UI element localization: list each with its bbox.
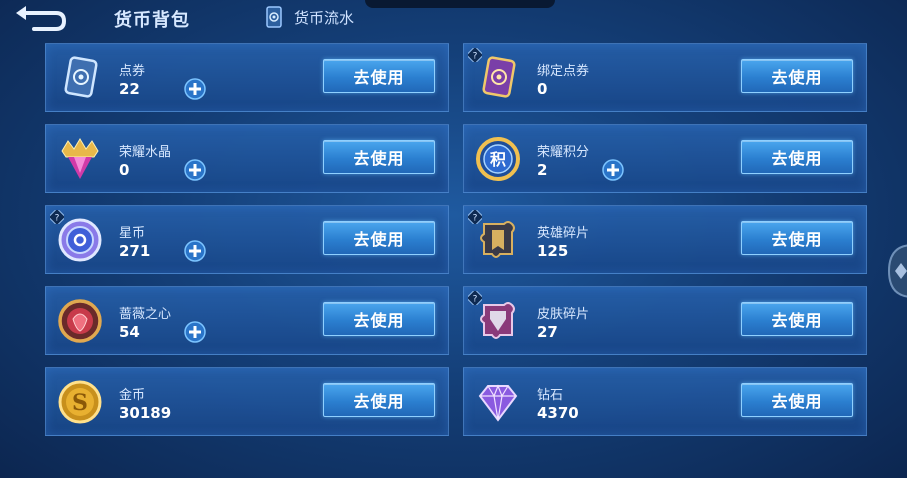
plus-icon[interactable]: [184, 159, 206, 181]
currency-name: 钻石: [537, 388, 564, 403]
currency-grid: 点券 22 去使用 ? 绑定点券 0 去使用 荣耀水晶 0 去使用 积 荣耀积分…: [45, 43, 867, 437]
currency-card-glory-crystal: 荣耀水晶 0 去使用: [45, 124, 449, 193]
tab-currency-flow[interactable]: 货币流水: [262, 4, 354, 30]
bound-ticket-card-icon: [482, 56, 516, 98]
use-button-star-coin[interactable]: 去使用: [323, 221, 435, 255]
glory-points-icon: 积: [476, 137, 520, 181]
back-arrow-icon[interactable]: [12, 4, 66, 34]
use-button-bound-ticket[interactable]: 去使用: [741, 59, 853, 93]
use-button-ticket[interactable]: 去使用: [323, 59, 435, 93]
gold-coin-icon: S: [58, 380, 102, 424]
plus-icon[interactable]: [184, 240, 206, 262]
plus-icon[interactable]: [184, 78, 206, 100]
currency-card-gold-coin: S 金币 30189 去使用: [45, 367, 449, 436]
currency-amount: 2: [537, 161, 548, 179]
currency-card-rose-heart: 蔷薇之心 54 去使用: [45, 286, 449, 355]
currency-name: 蔷薇之心: [119, 307, 172, 322]
currency-name: 绑定点券: [537, 64, 590, 79]
currency-amount: 125: [537, 242, 569, 260]
currency-name: 点券: [119, 64, 146, 79]
currency-card-skin-fragment: ? 皮肤碎片 27 去使用: [463, 286, 867, 355]
use-button-skin-fragment[interactable]: 去使用: [741, 302, 853, 336]
use-button-diamond[interactable]: 去使用: [741, 383, 853, 417]
currency-amount: 54: [119, 323, 140, 341]
currency-card-star-coin: ? 星币 271 去使用: [45, 205, 449, 274]
diamond-icon: [478, 384, 518, 422]
use-button-glory-points[interactable]: 去使用: [741, 140, 853, 174]
currency-name: 星币: [119, 226, 146, 241]
plus-icon[interactable]: [602, 159, 624, 181]
use-button-gold-coin[interactable]: 去使用: [323, 383, 435, 417]
use-button-rose-heart[interactable]: 去使用: [323, 302, 435, 336]
currency-name: 皮肤碎片: [537, 307, 590, 322]
side-panel-handle[interactable]: [885, 243, 907, 299]
currency-amount: 27: [537, 323, 558, 341]
rose-heart-icon: [58, 299, 102, 343]
use-button-glory-crystal[interactable]: 去使用: [323, 140, 435, 174]
plus-icon[interactable]: [184, 321, 206, 343]
svg-text:S: S: [72, 390, 88, 416]
currency-name: 荣耀积分: [537, 145, 590, 160]
currency-amount: 0: [119, 161, 130, 179]
top-bar: 货币背包 货币流水: [0, 0, 907, 40]
currency-name: 金币: [119, 388, 146, 403]
flow-card-icon: [266, 6, 282, 28]
hero-fragment-icon: [480, 221, 515, 258]
currency-amount: 22: [119, 80, 140, 98]
page-title: 货币背包: [114, 10, 190, 31]
currency-card-ticket: 点券 22 去使用: [45, 43, 449, 112]
currency-amount: 30189: [119, 404, 172, 422]
currency-card-hero-fragment: ? 英雄碎片 125 去使用: [463, 205, 867, 274]
tab-currency-flow-label: 货币流水: [294, 8, 355, 27]
currency-name: 英雄碎片: [537, 226, 590, 241]
skin-fragment-icon: [480, 302, 515, 339]
currency-amount: 4370: [537, 404, 579, 422]
glory-crystal-icon: [61, 138, 99, 179]
currency-card-diamond: 钻石 4370 去使用: [463, 367, 867, 436]
ticket-card-icon: [64, 56, 98, 98]
star-coin-icon: [58, 218, 102, 262]
top-notch: [365, 0, 555, 8]
svg-text:积: 积: [490, 150, 506, 169]
currency-card-glory-points: 积 荣耀积分 2 去使用: [463, 124, 867, 193]
currency-card-bound-ticket: ? 绑定点券 0 去使用: [463, 43, 867, 112]
currency-amount: 271: [119, 242, 151, 260]
currency-amount: 0: [537, 80, 548, 98]
currency-name: 荣耀水晶: [119, 145, 172, 160]
use-button-hero-fragment[interactable]: 去使用: [741, 221, 853, 255]
